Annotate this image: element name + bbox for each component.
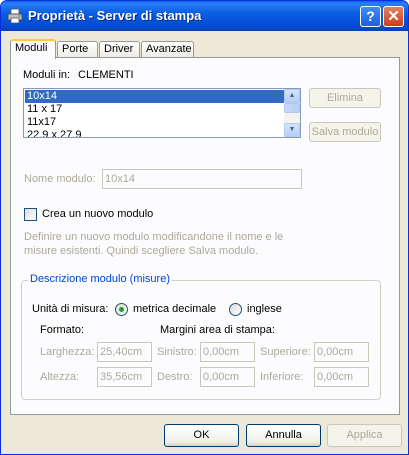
metric-label[interactable]: metrica decimale: [133, 303, 216, 315]
scroll-thumb[interactable]: [284, 103, 300, 113]
form-description-title: Descrizione modulo (misure): [28, 273, 172, 285]
list-item[interactable]: 10x14: [25, 90, 286, 103]
left-margin-field[interactable]: 0,00cm: [200, 342, 255, 362]
tab-panel-moduli: Moduli in: CLEMENTI 10x14 11 x 17 11x17 …: [10, 57, 400, 415]
print-server-properties-window: Proprietà - Server di stampa ? ✕ Moduli …: [0, 0, 409, 455]
scroll-down-arrow-icon[interactable]: ▼: [284, 123, 300, 137]
units-label: Unità di misura:: [32, 303, 109, 315]
save-form-button[interactable]: Salva modulo: [309, 122, 381, 142]
tab-driver[interactable]: Driver: [99, 41, 140, 58]
delete-form-button[interactable]: Elimina: [309, 88, 381, 108]
forms-listbox[interactable]: 10x14 11 x 17 11x17 22,9 x 27,9 ▲ ▼: [23, 88, 301, 138]
top-margin-label: Superiore:: [260, 346, 311, 358]
cancel-button[interactable]: Annulla: [246, 424, 321, 447]
create-new-form-checkbox[interactable]: [24, 208, 37, 221]
top-margin-field[interactable]: 0,00cm: [314, 342, 369, 362]
format-label: Formato:: [40, 324, 85, 336]
hint-line-1: Definire un nuovo modulo modificandone i…: [24, 231, 284, 243]
left-margin-label: Sinistro:: [157, 346, 197, 358]
create-new-form-label[interactable]: Crea un nuovo modulo: [42, 208, 153, 220]
form-name-field[interactable]: 10x14: [102, 169, 302, 189]
right-margin-field[interactable]: 0,00cm: [200, 367, 255, 387]
margins-label: Margini area di stampa:: [160, 324, 275, 336]
form-name-label: Nome modulo:: [24, 173, 96, 185]
tab-avanzate[interactable]: Avanzate: [141, 41, 194, 58]
height-label: Altezza:: [40, 371, 80, 383]
printer-icon: [7, 8, 23, 24]
ok-button[interactable]: OK: [164, 424, 239, 447]
tab-porte[interactable]: Porte: [57, 41, 98, 58]
list-item[interactable]: 11x17: [25, 116, 286, 129]
close-button[interactable]: ✕: [383, 6, 404, 27]
help-button[interactable]: ?: [360, 6, 381, 27]
english-radio[interactable]: [229, 303, 242, 316]
window-title: Proprietà - Server di stampa: [28, 8, 202, 23]
bottom-margin-field[interactable]: 0,00cm: [314, 367, 369, 387]
scroll-up-arrow-icon[interactable]: ▲: [284, 89, 300, 103]
right-margin-label: Destro:: [157, 371, 193, 383]
list-item[interactable]: 11 x 17: [25, 103, 286, 116]
hint-line-2: misure esistenti. Quindi scegliere Salva…: [24, 245, 259, 257]
width-field[interactable]: 25,40cm: [97, 342, 152, 362]
forms-on-label: Moduli in:: [23, 69, 71, 81]
bottom-margin-label: Inferiore:: [260, 371, 304, 383]
list-item[interactable]: 22,9 x 27,9: [25, 129, 286, 137]
width-label: Larghezza:: [40, 346, 95, 358]
tab-moduli[interactable]: Moduli: [10, 39, 56, 59]
english-label[interactable]: inglese: [247, 303, 282, 315]
radio-selected-dot-icon: [119, 307, 124, 312]
height-field[interactable]: 35,56cm: [97, 367, 152, 387]
server-name: CLEMENTI: [78, 69, 134, 81]
listbox-scrollbar[interactable]: ▲ ▼: [284, 89, 300, 137]
metric-radio[interactable]: [115, 303, 128, 316]
apply-button[interactable]: Applica: [327, 424, 402, 447]
title-bar[interactable]: Proprietà - Server di stampa ? ✕: [1, 1, 408, 31]
